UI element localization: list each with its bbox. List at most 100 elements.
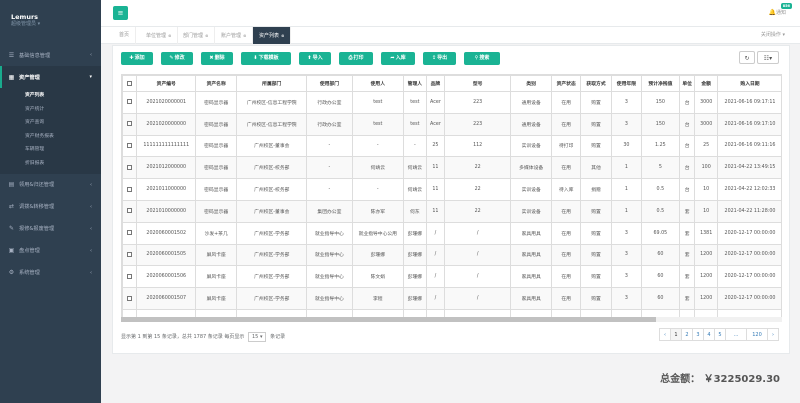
horizontal-scrollbar[interactable] [121,317,782,322]
table-row[interactable]: 2021020000000 密码显示器 广州校区-信息工程学院 行政办公室 test te… [122,112,781,136]
menu-toggle-button[interactable]: ≡ [113,6,128,20]
toolbar-button[interactable]: ⬇下载模板 [241,52,291,65]
table-cell: 家具用具 [510,287,553,310]
tab-close-icon[interactable]: ⊗ [243,33,246,38]
row-select-cell[interactable] [122,221,138,245]
table-row[interactable]: 2020060001507 屏风卡座 广州校区-学务部 就业指导中心 李程 彭珊娜 / / 家具… [122,287,781,310]
page-tab[interactable]: 首页 [113,27,137,44]
sidebar-item[interactable]: ☰ 基础信息管理 ‹ [0,44,101,66]
page-button[interactable]: 120 [746,328,768,341]
table-cell: 2020-12-17 00:00:00 [717,265,781,289]
toolbar-button[interactable]: ⎙打印 [339,52,373,65]
table-row[interactable]: 2021012000000 密码显示器 广州校区-校务部 - 何靖云 何靖云 11 22 多媒体… [122,156,781,180]
chevron-icon: ‹ [90,52,92,58]
table-cell: 在用 [551,91,582,114]
toolbar-button[interactable]: ⬆导入 [299,52,331,65]
table-cell: 就业指导中心公用 [351,221,405,245]
scrollbar-thumb[interactable] [121,317,656,322]
page-tab[interactable]: 账户管理 ⊗ [215,27,254,44]
sidebar-item[interactable]: ✎ 报修&报废管理 ‹ [0,218,101,240]
row-checkbox[interactable] [127,142,133,148]
table-row[interactable]: 2021011000000 密码显示器 广州校区-校务部 - - 何靖云 11 22 实训设备待… [122,178,781,201]
page-tab[interactable]: 部门管理 ⊗ [177,27,216,44]
sidebar-subitem[interactable]: 折旧报表 [0,157,101,171]
row-select-cell[interactable] [122,134,138,158]
sidebar-item[interactable]: ▣ 盘点管理 ‹ [0,240,101,262]
row-select-cell[interactable] [122,287,138,310]
notification-link[interactable]: 🔔通知 856 [769,3,792,16]
sidebar-item[interactable]: ⚙ 系统管理 ‹ [0,262,101,284]
tab-close-icon[interactable]: ⊗ [168,33,171,38]
page-tab[interactable]: 单位管理 ⊗ [140,27,179,44]
row-select-cell[interactable] [122,156,138,180]
table-cell: 在用 [551,156,582,180]
sidebar-subitem[interactable]: 资产财务报表 [0,130,101,144]
row-checkbox[interactable] [127,121,133,127]
row-select-cell[interactable] [122,178,138,201]
table-cell: 2021-06-16 09:11:16 [717,134,781,158]
table-cell: / [425,287,446,310]
page-size-select[interactable]: 15 ▾ [248,332,267,342]
asset-table-container[interactable]: 资产编号 资产名称 所属部门 使用部门 使用人 管理人 品牌 型号 类别 资产状态 获取方式 使用年限… [121,74,782,321]
toolbar-button-label: 搜索 [479,55,490,61]
refresh-button[interactable]: ↻ [739,51,755,64]
table-cell: 何东 [403,199,427,223]
toolbar-button[interactable]: ⚲搜索 [464,52,500,65]
row-checkbox[interactable] [127,164,133,170]
table-cell: 223 [444,91,512,114]
row-checkbox[interactable] [127,230,133,236]
row-checkbox[interactable] [127,273,133,279]
row-checkbox[interactable] [127,99,133,105]
table-cell: test [351,91,405,114]
columns-toggle-button[interactable]: ☷▾ [757,51,779,64]
notification-badge: 856 [780,3,792,9]
row-select-cell[interactable] [122,91,138,114]
row-select-cell[interactable] [122,243,138,267]
table-cell: 多媒体设备 [510,156,553,180]
toolbar-button[interactable]: ➦入库 [381,52,415,65]
row-select-cell[interactable] [122,265,138,289]
toolbar-button[interactable]: ⇪导出 [423,52,456,65]
table-row[interactable]: 111111111111111 密码显示器 广州校区-董事会 - - -25 112 实训设备… [122,134,781,158]
table-cell: 2021-04-22 11:28:00 [717,199,781,223]
table-cell: 11 [425,156,446,180]
toolbar-button[interactable]: ✎修改 [161,52,193,65]
table-cell: 22 [444,156,512,180]
page-tab[interactable]: 资产列表 ⊗ [253,27,292,44]
sidebar-subitem[interactable]: 车辆管理 [0,143,101,157]
row-select-cell[interactable] [122,112,138,136]
sidebar-item[interactable]: ▦ 资产管理 ▾ [0,66,101,88]
select-all-checkbox[interactable] [127,80,133,86]
table-row[interactable]: 2020060001502 沙发+茶几 广州校区-学务部 就业指导中心 就业指导中心公用… [122,221,781,245]
row-checkbox[interactable] [127,208,133,214]
sidebar-subitem[interactable]: 资产列表 [0,89,101,103]
sidebar-subitem[interactable]: 资产查询 [0,116,101,130]
pagination-info-suffix: 条记录 [270,334,286,340]
row-checkbox[interactable] [127,295,133,301]
table-cell: 台 [678,91,696,114]
select-all-cell[interactable] [122,75,138,92]
table-row[interactable]: 2020060001505 屏风卡座 广州校区-学务部 就业指导中心 彭珊娜 彭珊娜 / / 家… [122,243,781,267]
close-operations-dropdown[interactable]: 关闭操作 ▾ [761,27,785,44]
chevron-icon: ‹ [90,225,92,232]
table-row[interactable]: 2021020000001 密码显示器 广州校区-信息工程学院 行政办公室 test te… [122,91,781,114]
row-checkbox[interactable] [127,186,133,192]
tab-close-icon[interactable]: ⊗ [205,33,208,38]
column-header: 所属部门 [236,75,308,92]
sidebar-item[interactable]: ▤ 领用&归还管理 ‹ [0,174,101,196]
toolbar-button[interactable]: ✖删除 [201,52,233,65]
tab-close-icon[interactable]: ⊗ [281,33,284,38]
table-cell: 10 [694,199,718,223]
toolbar-button[interactable]: ✚添加 [121,52,153,65]
sidebar-item[interactable]: ⇄ 调拨&转移管理 ‹ [0,196,101,218]
user-role-dropdown[interactable]: 超级管理员 ▾ [11,21,101,28]
toolbar-button-label: 修改 [174,55,185,61]
row-checkbox[interactable] [127,251,133,257]
table-row[interactable]: 2020060001506 屏风卡座 广州校区-学务部 就业指导中心 陈文娟 彭珊娜 / / 家… [122,265,781,289]
page-button[interactable]: › [767,328,779,341]
row-select-cell[interactable] [122,199,138,223]
table-row[interactable]: 2021010000000 密码显示器 广州校区-董事会 集团办公室 陈亦军 何东 11 22… [122,199,781,223]
table-cell: 密码显示器 [195,91,238,114]
sidebar-subitem[interactable]: 资产统计 [0,103,101,117]
table-cell: 捐赠 [580,178,612,201]
